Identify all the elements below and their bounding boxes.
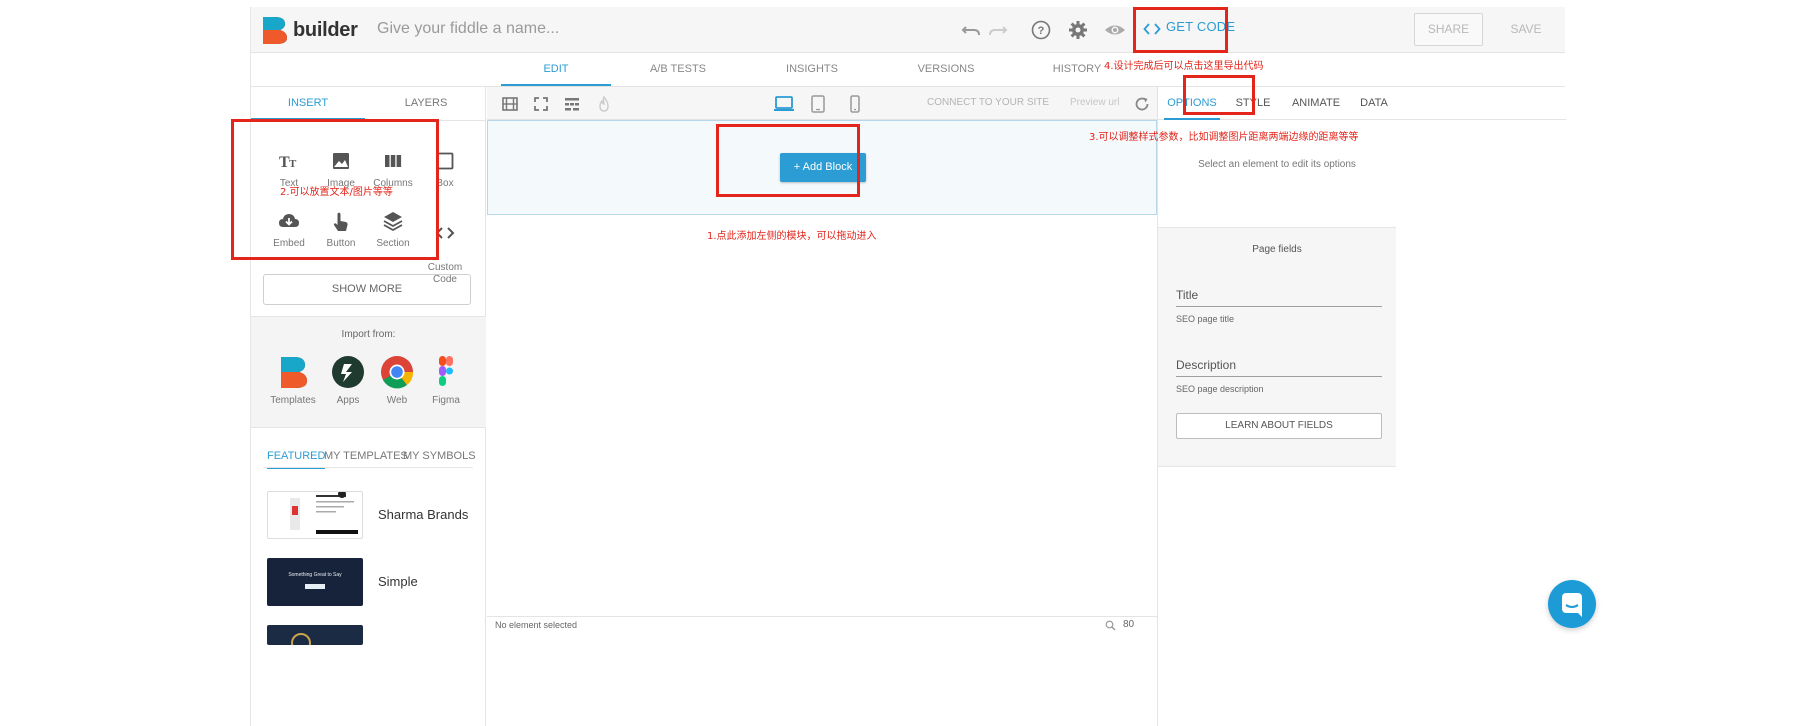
- template-thumb-text: Something Great to Say: [288, 572, 342, 578]
- import-web-label: Web: [386, 395, 408, 406]
- gear-icon[interactable]: [1067, 19, 1089, 41]
- page-fields-section: Page fields Title SEO page title Descrip…: [1158, 227, 1396, 467]
- film-icon[interactable]: [501, 95, 519, 113]
- template-thumbnail: [267, 491, 363, 539]
- refresh-icon[interactable]: [1133, 95, 1151, 113]
- chrome-icon: [381, 356, 414, 389]
- description-field[interactable]: Description: [1176, 358, 1236, 372]
- status-text: No element selected: [495, 620, 578, 630]
- import-apps[interactable]: Apps: [322, 355, 374, 406]
- template-preview-button: [305, 584, 325, 589]
- tab-edit[interactable]: EDIT: [501, 53, 611, 86]
- import-label: Import from:: [341, 329, 396, 340]
- connect-site-link[interactable]: CONNECT TO YOUR SITE: [927, 97, 1049, 108]
- zoom-icon[interactable]: [1105, 620, 1116, 631]
- builder-app: builder Give your fiddle a name... ? GET…: [231, 7, 1596, 726]
- template-thumbnail: Something Great to Say: [267, 558, 363, 606]
- mobile-icon[interactable]: [846, 95, 864, 113]
- builder-logo-icon: [281, 357, 307, 388]
- template-name: Simple: [378, 574, 418, 589]
- tab-layers[interactable]: LAYERS: [369, 87, 483, 120]
- zoom-level[interactable]: 80: [1123, 619, 1134, 630]
- annotation-1: 1.点此添加左侧的模块，可以拖动进入: [707, 231, 877, 242]
- fullscreen-icon[interactable]: [532, 95, 550, 113]
- title-field[interactable]: Title: [1176, 288, 1198, 302]
- canvas-toolbar: CONNECT TO YOUR SITE Preview url: [487, 87, 1157, 120]
- tab-insights[interactable]: INSIGHTS: [757, 53, 867, 86]
- tab-animate[interactable]: ANIMATE: [1288, 87, 1344, 120]
- description-help: SEO page description: [1176, 384, 1264, 394]
- annotation-box-get-code: [1133, 7, 1228, 53]
- status-bar: No element selected 80: [487, 616, 1157, 633]
- figma-icon: [439, 356, 453, 386]
- share-button[interactable]: SHARE: [1414, 13, 1483, 46]
- import-section: Import from: Templates Apps Web Figma: [251, 316, 486, 428]
- fire-icon[interactable]: [595, 95, 613, 113]
- page-fields-title: Page fields: [1252, 244, 1302, 255]
- import-figma-label: Figma: [432, 395, 460, 406]
- svg-text:?: ?: [1038, 25, 1045, 37]
- tab-my-templates[interactable]: MY TEMPLATES: [324, 450, 408, 467]
- annotation-2: 2.可以放置文本/图片等等: [280, 187, 393, 198]
- redo-icon[interactable]: [987, 19, 1009, 41]
- grid-icon[interactable]: [563, 95, 581, 113]
- show-more-button[interactable]: SHOW MORE: [263, 274, 471, 305]
- template-preview-image: [291, 633, 311, 645]
- main-tabs: EDIT A/B TESTS INSIGHTS VERSIONS HISTORY: [251, 53, 1565, 87]
- chat-icon: [1562, 593, 1582, 617]
- logo-text: builder: [293, 19, 358, 41]
- annotation-box-style: [1183, 75, 1255, 115]
- preview-url-input[interactable]: Preview url: [1070, 97, 1119, 108]
- chat-button[interactable]: [1548, 580, 1596, 628]
- description-field-underline: [1176, 376, 1382, 377]
- desktop-icon[interactable]: [773, 95, 795, 113]
- template-name: Sharma Brands: [378, 507, 469, 522]
- annotation-4: 4.设计完成后可以点击这里导出代码: [1104, 61, 1264, 72]
- tab-insert[interactable]: INSERT: [251, 87, 365, 120]
- template-preview-image: [290, 492, 358, 534]
- tab-ab-tests[interactable]: A/B TESTS: [623, 53, 733, 86]
- tablet-icon[interactable]: [809, 95, 827, 113]
- annotation-box-add-block: [716, 124, 860, 197]
- tab-data[interactable]: DATA: [1354, 87, 1394, 120]
- import-templates-label: Templates: [270, 395, 316, 406]
- title-field-underline: [1176, 306, 1382, 307]
- right-panel: OPTIONS STYLE ANIMATE DATA Select an ele…: [1157, 87, 1566, 726]
- divider: [263, 467, 473, 468]
- title-help: SEO page title: [1176, 314, 1235, 324]
- import-web[interactable]: Web: [371, 355, 423, 406]
- import-apps-label: Apps: [336, 395, 360, 406]
- top-bar: builder Give your fiddle a name... ? GET…: [251, 7, 1565, 53]
- import-templates[interactable]: Templates: [267, 355, 319, 406]
- builder-logo-icon[interactable]: [261, 15, 289, 45]
- apps-icon: [332, 356, 364, 388]
- tab-versions[interactable]: VERSIONS: [891, 53, 1001, 86]
- select-hint: Select an element to edit its options: [1198, 159, 1356, 170]
- import-figma[interactable]: Figma: [420, 355, 472, 406]
- undo-icon[interactable]: [960, 19, 982, 41]
- tab-my-symbols[interactable]: MY SYMBOLS: [403, 450, 476, 467]
- learn-about-fields-button[interactable]: LEARN ABOUT FIELDS: [1176, 413, 1382, 439]
- save-button[interactable]: SAVE: [1501, 13, 1551, 46]
- fiddle-name-input[interactable]: Give your fiddle a name...: [377, 20, 559, 38]
- annotation-3: 3.可以调整样式参数，比如调整图片距离两端边缘的距离等等: [1089, 132, 1359, 143]
- eye-icon[interactable]: [1104, 19, 1126, 41]
- help-icon[interactable]: ?: [1030, 19, 1052, 41]
- template-thumbnail: [267, 625, 363, 645]
